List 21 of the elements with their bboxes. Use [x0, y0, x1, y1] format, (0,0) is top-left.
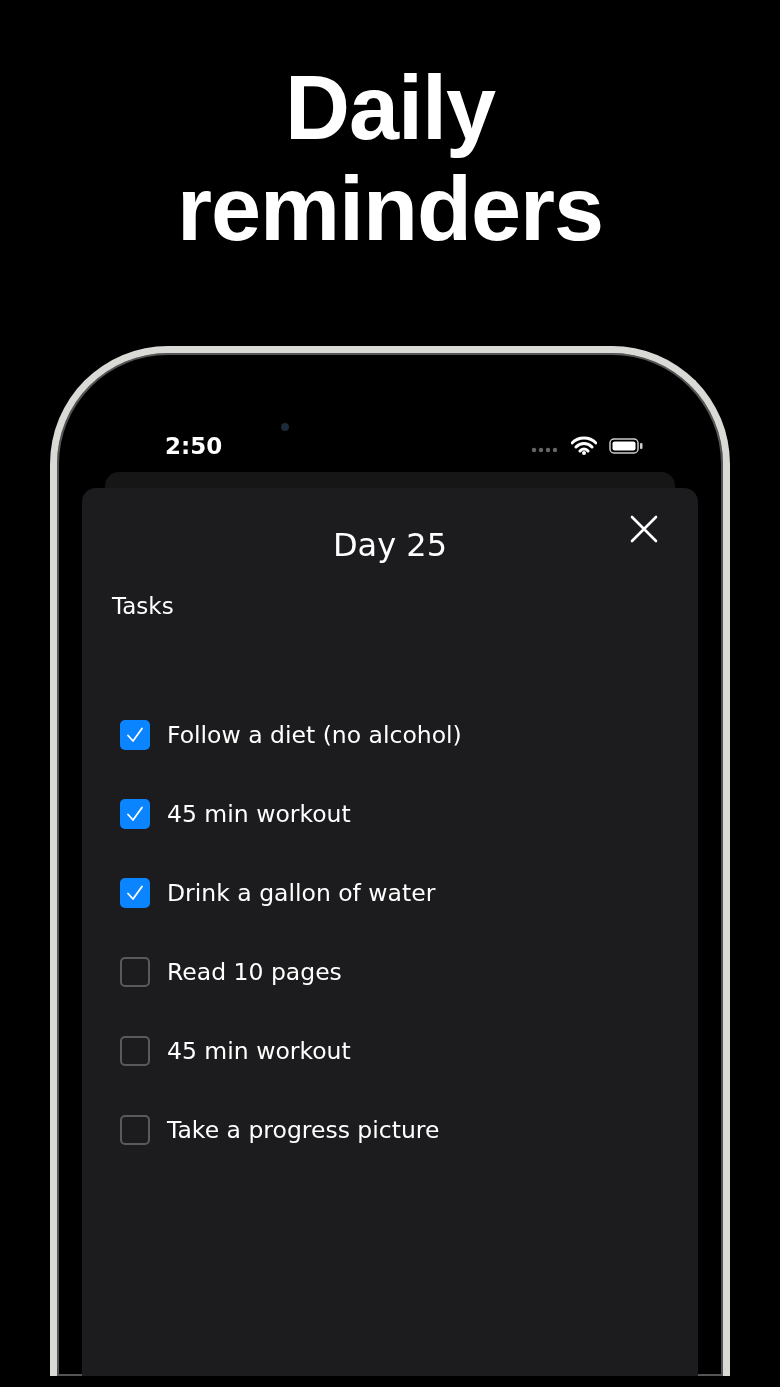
headline: Daily reminders	[175, 58, 605, 260]
section-heading: Tasks	[112, 592, 175, 621]
checkbox[interactable]	[120, 1114, 150, 1145]
signal-icon	[531, 446, 559, 453]
task-label: 45 min workout	[167, 798, 351, 829]
task-label: Drink a gallon of water	[167, 877, 436, 908]
checkbox[interactable]	[120, 956, 150, 987]
checkbox[interactable]	[120, 877, 150, 908]
camera-icon	[280, 421, 291, 432]
status-time: 2:50	[165, 431, 223, 461]
task-label: Take a progress picture	[167, 1114, 440, 1145]
checkbox[interactable]	[120, 719, 150, 750]
checkbox[interactable]	[120, 1035, 150, 1066]
task-label: Read 10 pages	[167, 956, 342, 987]
battery-icon	[609, 437, 643, 454]
checkbox[interactable]	[120, 798, 150, 829]
sheet-title: Day 25	[332, 525, 448, 566]
wifi-icon	[571, 436, 597, 455]
task-label: 45 min workout	[167, 1035, 351, 1066]
close-button[interactable]	[628, 513, 660, 545]
task-label: Follow a diet (no alcohol)	[167, 719, 462, 750]
